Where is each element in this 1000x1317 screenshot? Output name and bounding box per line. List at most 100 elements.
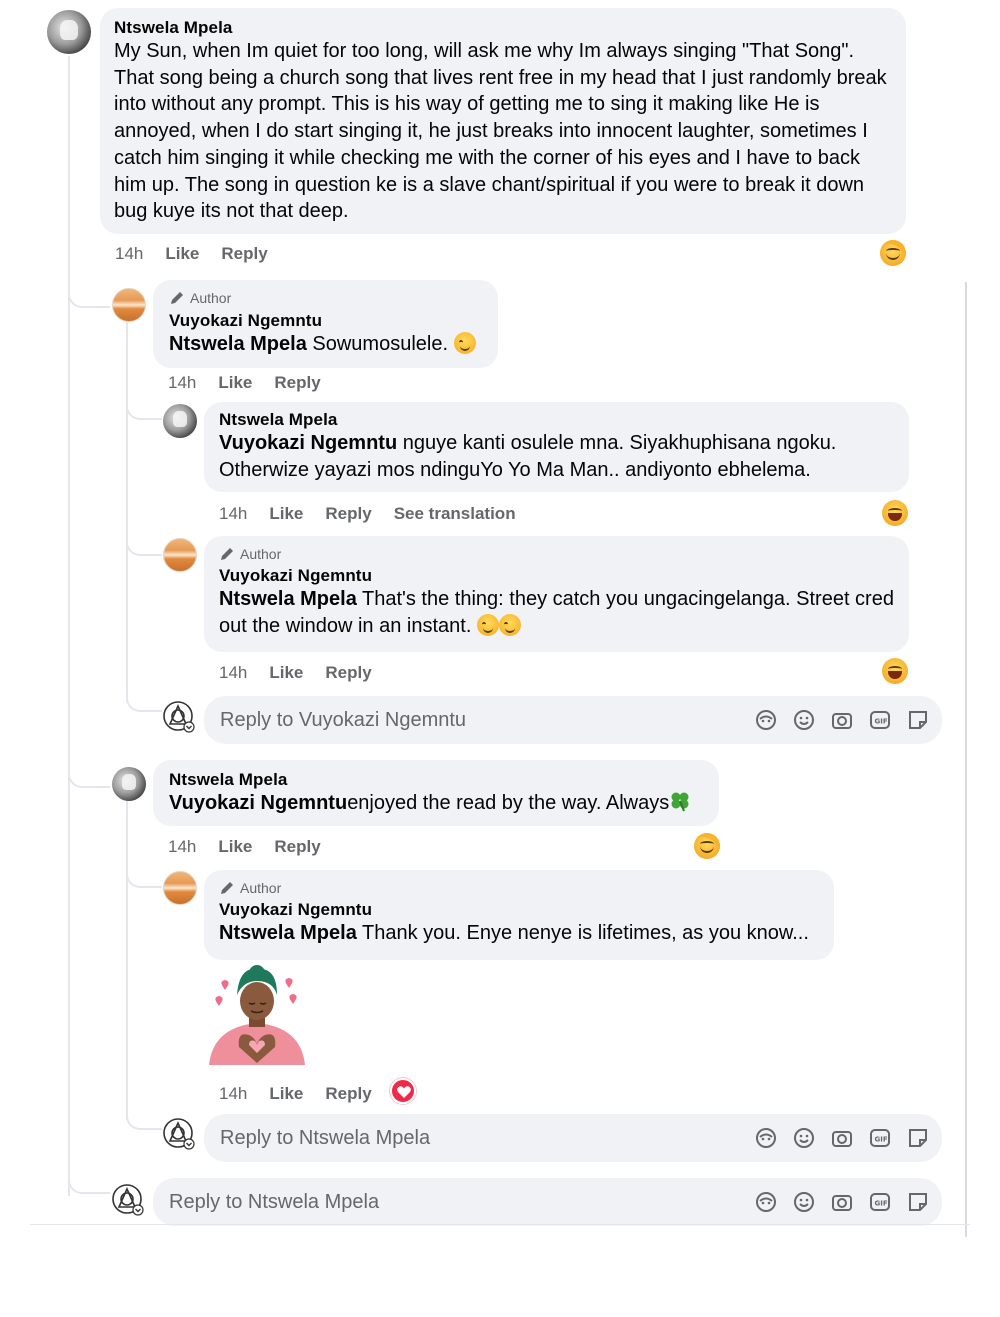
timestamp[interactable]: 14h [219, 663, 247, 683]
comment-text: Vuyokazi Ngemntuenjoyed the read by the … [169, 790, 703, 817]
like-button[interactable]: Like [269, 504, 303, 524]
reply-input-placeholder: Reply to Ntswela Mpela [169, 1191, 380, 1213]
pencil-icon [171, 292, 183, 304]
reply-text-body: Thank you. Enye nenye is lifetimes, as y… [356, 922, 809, 944]
see-translation-link[interactable]: See translation [394, 504, 516, 524]
reply-button[interactable]: Reply [221, 244, 267, 264]
reply-input[interactable]: Reply to Vuyokazi Ngemntu GIF [204, 696, 942, 744]
reply-input[interactable]: Reply to Ntswela Mpela GIF [153, 1178, 942, 1226]
gif-icon[interactable]: GIF [868, 1126, 892, 1150]
love-reaction-icon[interactable] [390, 1078, 416, 1104]
sticker-icon[interactable] [906, 1190, 930, 1214]
like-button[interactable]: Like [269, 663, 303, 683]
avatar[interactable] [163, 404, 197, 438]
profile-avatar-icon[interactable] [162, 1117, 196, 1151]
author-badge: Author [219, 546, 894, 562]
sticker-icon[interactable] [906, 1126, 930, 1150]
like-button[interactable]: Like [218, 837, 252, 857]
camera-icon[interactable] [830, 1126, 854, 1150]
mention-tag[interactable]: Ntswela Mpela [219, 922, 357, 944]
mention-tag[interactable]: Vuyokazi Ngemntu [219, 432, 397, 454]
sticker-icon[interactable] [906, 708, 930, 732]
timestamp[interactable]: 14h [168, 837, 196, 857]
thread-connector [68, 280, 110, 308]
reply-text: Ntswela Mpela That's the thing: they cat… [219, 586, 894, 639]
thread-connector [126, 1108, 162, 1130]
timestamp[interactable]: 14h [168, 373, 196, 393]
comment-author[interactable]: Ntswela Mpela [114, 18, 892, 38]
comment-text: My Sun, when Im quiet for too long, will… [114, 40, 887, 223]
profile-avatar-icon[interactable] [111, 1183, 145, 1217]
like-button[interactable]: Like [218, 373, 252, 393]
reply-button[interactable]: Reply [274, 837, 320, 857]
reply-bubble: Author Vuyokazi Ngemntu Ntswela Mpela Th… [204, 870, 834, 960]
svg-text:GIF: GIF [875, 1200, 888, 1208]
comment-actions: 14h Like Reply [168, 837, 321, 857]
avatar-sticker-icon[interactable] [754, 1190, 778, 1214]
reply-text: Ntswela Mpela Sowumosulele. [169, 331, 482, 358]
comment-bubble: Ntswela Mpela My Sun, when Im quiet for … [100, 8, 906, 234]
camera-icon[interactable] [830, 708, 854, 732]
haha-reaction-icon[interactable] [882, 500, 908, 526]
like-button[interactable]: Like [165, 244, 199, 264]
emoji-icon[interactable] [792, 708, 816, 732]
comment-text-body: enjoyed the read by the way. Always [347, 792, 670, 814]
avatar[interactable] [163, 538, 197, 572]
comment-actions: 14h Like Reply [115, 244, 268, 264]
mention-tag[interactable]: Ntswela Mpela [219, 588, 357, 610]
reply-author[interactable]: Vuyokazi Ngemntu [219, 566, 894, 586]
svg-text:GIF: GIF [875, 718, 888, 726]
reply-bubble: Author Vuyokazi Ngemntu Ntswela Mpela So… [153, 280, 498, 368]
avatar[interactable] [47, 10, 91, 54]
camera-icon[interactable] [830, 1190, 854, 1214]
mention-tag[interactable]: Vuyokazi Ngemntu [169, 792, 347, 814]
wink-emoji-icon [453, 332, 476, 354]
reply-input-placeholder: Reply to Vuyokazi Ngemntu [220, 709, 467, 731]
reply-author[interactable]: Vuyokazi Ngemntu [219, 900, 819, 920]
reply-author[interactable]: Ntswela Mpela [219, 410, 894, 430]
reply-author[interactable]: Vuyokazi Ngemntu [169, 311, 482, 331]
timestamp[interactable]: 14h [219, 504, 247, 524]
reply-tools: GIF [754, 1126, 930, 1150]
heart-hands-sticker[interactable] [205, 965, 310, 1071]
care-reaction-icon[interactable] [880, 240, 906, 266]
avatar[interactable] [112, 288, 146, 322]
laughing-emoji-icon [498, 613, 521, 636]
thread-line-sub [126, 322, 128, 702]
reply-button[interactable]: Reply [325, 504, 371, 524]
reply-actions: 14h Like Reply See translation [219, 504, 516, 524]
emoji-icon[interactable] [792, 1190, 816, 1214]
avatar[interactable] [163, 871, 197, 905]
comment-author[interactable]: Ntswela Mpela [169, 770, 703, 790]
care-reaction-icon[interactable] [694, 833, 720, 859]
scrollbar[interactable] [965, 282, 967, 1237]
comment-bubble: Ntswela Mpela Vuyokazi Ngemntuenjoyed th… [153, 760, 719, 826]
reply-input-placeholder: Reply to Ntswela Mpela [220, 1127, 431, 1149]
gif-icon[interactable]: GIF [868, 1190, 892, 1214]
pencil-icon [221, 882, 233, 894]
reply-button[interactable]: Reply [274, 373, 320, 393]
thread-line-sub [126, 800, 128, 1120]
avatar[interactable] [112, 767, 146, 801]
reply-actions: 14h Like Reply [219, 663, 372, 683]
timestamp[interactable]: 14h [219, 1084, 247, 1104]
reply-tools: GIF [754, 708, 930, 732]
reply-button[interactable]: Reply [325, 1084, 371, 1104]
reply-input[interactable]: Reply to Ntswela Mpela GIF [204, 1114, 942, 1162]
thread-connector [126, 398, 162, 420]
reply-tools: GIF [754, 1190, 930, 1214]
author-badge: Author [169, 290, 482, 306]
thread-line-main [68, 56, 70, 1196]
thread-connector [126, 534, 162, 556]
timestamp[interactable]: 14h [115, 244, 143, 264]
emoji-icon[interactable] [792, 1126, 816, 1150]
avatar-sticker-icon[interactable] [754, 1126, 778, 1150]
profile-avatar-icon[interactable] [162, 700, 196, 734]
avatar-sticker-icon[interactable] [754, 708, 778, 732]
like-button[interactable]: Like [269, 1084, 303, 1104]
gif-icon[interactable]: GIF [868, 708, 892, 732]
mention-tag[interactable]: Ntswela Mpela [169, 333, 307, 355]
haha-reaction-icon[interactable] [882, 658, 908, 684]
reply-button[interactable]: Reply [325, 663, 371, 683]
thread-connector [68, 1160, 110, 1194]
